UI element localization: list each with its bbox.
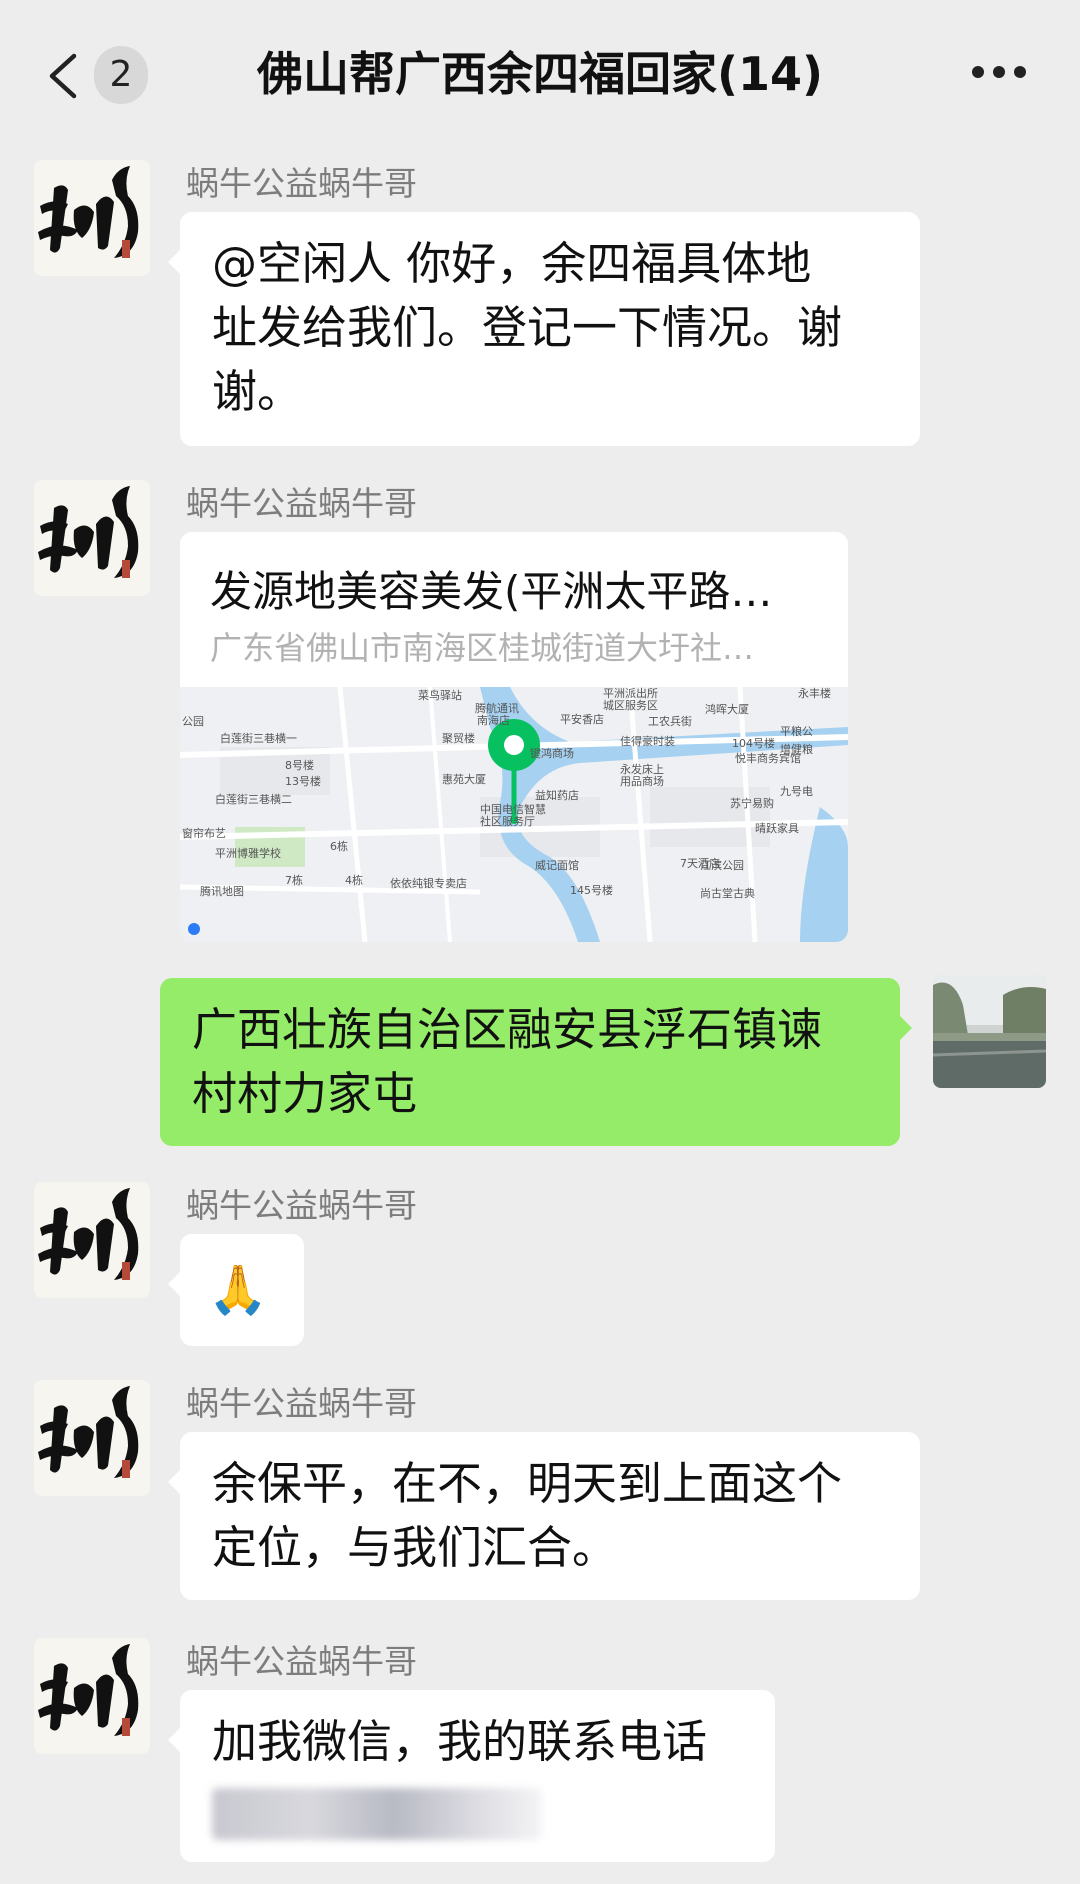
sender-name: 蜗牛公益蜗牛哥: [186, 1186, 417, 1225]
more-dots-icon[interactable]: [972, 66, 1026, 80]
map-label: 键鸿商场: [530, 746, 574, 760]
map-label: 白莲街三巷横一: [220, 731, 297, 745]
map-label: 佳得豪时装: [620, 734, 675, 748]
map-label: 永发床上: [620, 762, 664, 776]
unread-count-badge[interactable]: 2: [94, 46, 148, 104]
avatar[interactable]: [34, 480, 150, 596]
map-label: 鸿晖大厦: [705, 702, 749, 716]
map-label: 腾航通讯: [475, 701, 519, 715]
map-label: 腾讯地图: [200, 884, 244, 898]
message-bubble[interactable]: 余保平，在不，明天到上面这个 定位，与我们汇合。: [168, 1432, 920, 1600]
calligraphy-avatar: [34, 1182, 150, 1298]
map-label: 平洲博雅学校: [215, 846, 281, 860]
map-label: 城区服务区: [603, 699, 658, 712]
map-label: 南海店: [477, 713, 510, 727]
map-label: 社区服务厅: [480, 814, 535, 828]
chat-title: 佛山帮广西余四福回家(14): [256, 47, 824, 101]
map-label: 九号电: [780, 785, 813, 798]
map-label: 菜鸟驿站: [418, 688, 462, 702]
map-label: 公园: [182, 715, 204, 728]
landscape-photo-avatar: [933, 975, 1046, 1088]
message-row-self: 广西壮族自治区融安县浮石镇谏 村村力家屯: [0, 975, 1080, 1155]
sender-name: 蜗牛公益蜗牛哥: [186, 164, 417, 203]
message-row: 蜗牛公益蜗牛哥 发源地美容美发(平洲太平路… 广东省佛山市南海区桂城街道大圩社…: [0, 480, 1080, 950]
map-label: 苏宁易购: [730, 796, 774, 810]
map-label: 悦丰商务宾馆: [735, 751, 801, 765]
map-label: 6栋: [330, 839, 348, 853]
message-row: 蜗牛公益蜗牛哥 加我微信，我的联系电话: [0, 1638, 1080, 1884]
map-label: 用品商场: [620, 774, 664, 788]
chevron-left-icon[interactable]: [44, 52, 84, 100]
self-message-bubble[interactable]: 广西壮族自治区融安县浮石镇谏 村村力家屯: [160, 978, 912, 1146]
message-row: 蜗牛公益蜗牛哥 @空闲人 你好，余四福具体地 址发给我们。登记一下情况。谢 谢。: [0, 160, 1080, 450]
self-avatar[interactable]: [933, 975, 1046, 1088]
message-row: 蜗牛公益蜗牛哥 🙏: [0, 1182, 1080, 1352]
message-row: 蜗牛公益蜗牛哥 余保平，在不，明天到上面这个 定位，与我们汇合。: [0, 1380, 1080, 1610]
map-label: 聚贸楼: [442, 731, 475, 745]
map-label: 中国电信智慧: [480, 802, 546, 816]
message-text-line: @空闲人 你好，余四福具体地: [212, 237, 812, 290]
map-label: 7栋: [285, 873, 303, 887]
message-text-line: 谢。: [212, 365, 303, 418]
chat-header: 2 佛山帮广西余四福回家(14): [0, 0, 1080, 150]
map-image: 菜鸟驿站 平洲派出所城区服务区永丰楼公园腾航通讯南海店 平安香店 工农兵街鸿晖大厦平粮…: [180, 687, 848, 942]
location-map[interactable]: 菜鸟驿站 平洲派出所 城区服务区 永丰楼 公园 腾航通讯 南海店 平安香店 工农兵街 鸿晖大厦 平粮…: [180, 687, 848, 942]
sender-name: 蜗牛公益蜗牛哥: [186, 1642, 417, 1681]
calligraphy-avatar: [34, 480, 150, 596]
map-label: 窗帘布艺: [182, 826, 226, 840]
message-bubble[interactable]: @空闲人 你好，余四福具体地 址发给我们。登记一下情况。谢 谢。: [168, 212, 920, 446]
map-label: 4栋: [345, 873, 363, 887]
location-card[interactable]: 发源地美容美发(平洲太平路… 广东省佛山市南海区桂城街道大圩社… 菜鸟驿站 平洲…: [180, 532, 848, 942]
avatar[interactable]: [34, 1380, 150, 1496]
message-text-line: 村村力家屯: [192, 1067, 418, 1120]
calligraphy-avatar: [34, 1638, 150, 1754]
message-text-line: 定位，与我们汇合。: [212, 1521, 618, 1574]
avatar[interactable]: [34, 1638, 150, 1754]
blurred-phone-number: [212, 1788, 542, 1840]
message-text-line: 余保平，在不，明天到上面这个: [212, 1457, 843, 1510]
map-label: 白莲街三巷横二: [215, 792, 292, 806]
map-label: 晴跃家具: [755, 821, 799, 835]
avatar[interactable]: [34, 160, 150, 276]
sender-name: 蜗牛公益蜗牛哥: [186, 484, 417, 523]
map-label: 工农兵街: [648, 714, 692, 728]
message-text-line: 广西壮族自治区融安县浮石镇谏: [192, 1003, 823, 1056]
map-label: 尚古堂古典: [700, 886, 755, 900]
message-text-line: 加我微信，我的联系电话: [212, 1715, 708, 1768]
map-label: 益知药店: [535, 788, 579, 802]
map-label: 永丰楼: [798, 687, 831, 700]
map-label: 13号楼: [285, 774, 321, 788]
map-label: 8号楼: [285, 758, 314, 772]
map-label: 依依纯银专卖店: [390, 876, 467, 890]
map-label: 平安香店: [560, 712, 604, 726]
sender-name: 蜗牛公益蜗牛哥: [186, 1384, 417, 1423]
message-bubble[interactable]: 🙏: [168, 1234, 304, 1346]
map-label: 威记面馆: [535, 858, 579, 872]
map-label: 145号楼: [570, 883, 613, 897]
avatar[interactable]: [34, 1182, 150, 1298]
map-label: 平粮公: [780, 724, 813, 738]
location-address: 广东省佛山市南海区桂城街道大圩社…: [210, 629, 755, 667]
map-label: 惠苑大厦: [442, 772, 486, 786]
calligraphy-avatar: [34, 1380, 150, 1496]
praying-hands-emoji: 🙏: [208, 1262, 268, 1318]
calligraphy-avatar: [34, 160, 150, 276]
message-bubble[interactable]: 加我微信，我的联系电话: [168, 1690, 775, 1862]
map-label: 江滨公园: [700, 858, 744, 872]
location-name: 发源地美容美发(平洲太平路…: [210, 567, 773, 616]
message-text-line: 址发给我们。登记一下情况。谢: [212, 301, 843, 354]
map-label: 104号楼: [732, 736, 775, 750]
